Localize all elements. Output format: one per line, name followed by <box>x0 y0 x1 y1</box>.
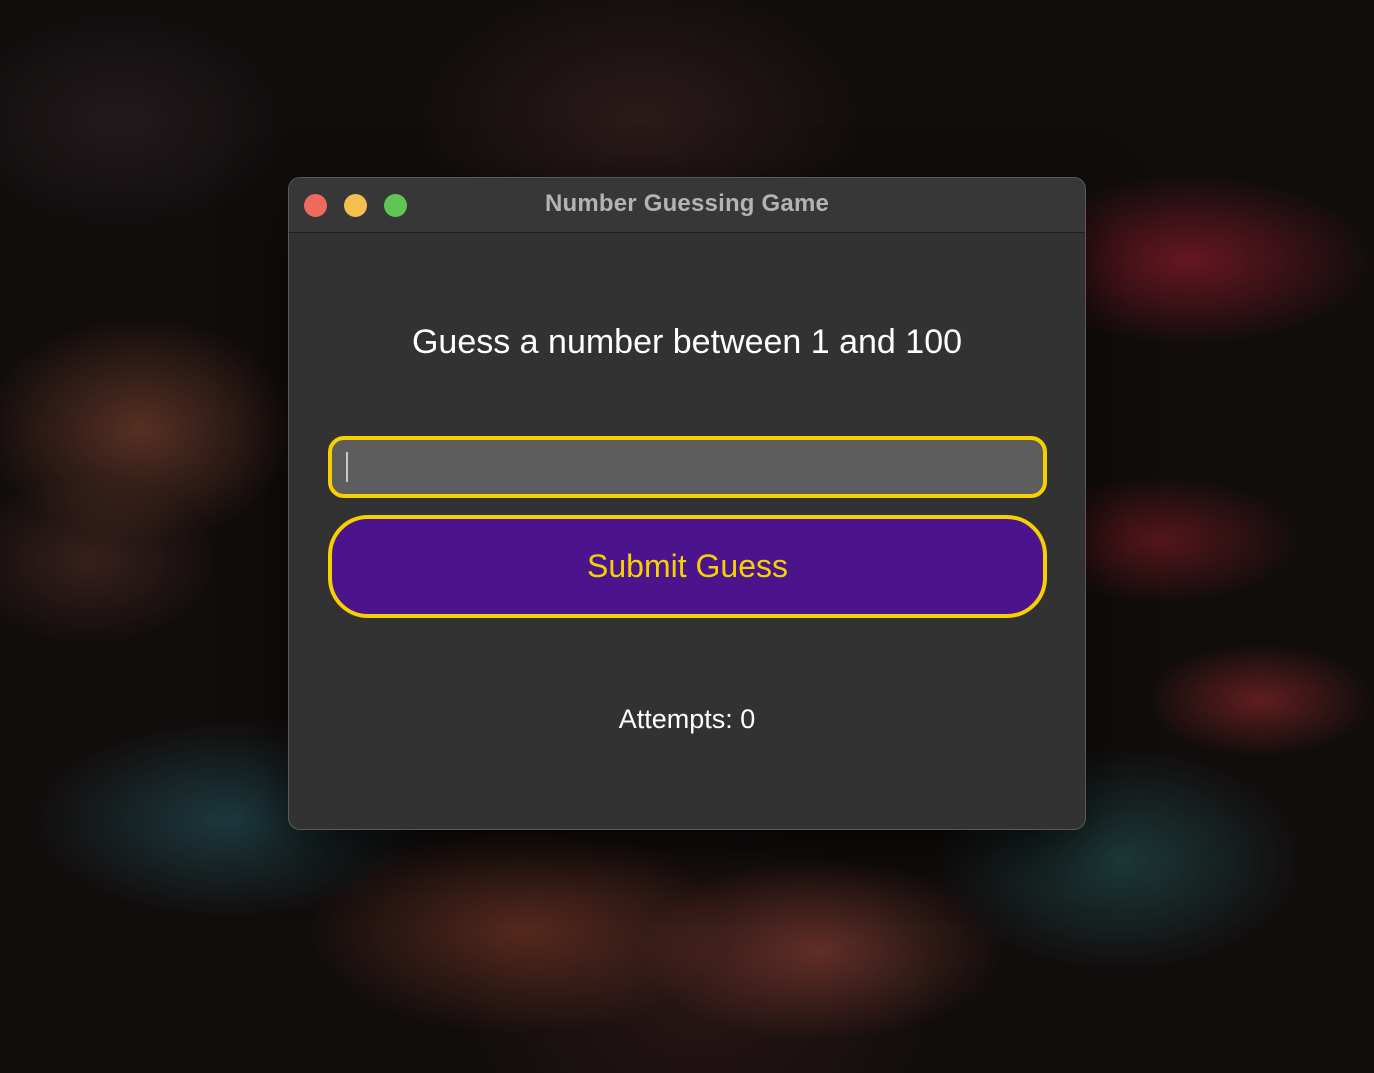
game-window: Number Guessing Game Guess a number betw… <box>288 177 1086 830</box>
window-title: Number Guessing Game <box>544 190 830 217</box>
submit-guess-button[interactable]: Submit Guess <box>328 515 1047 618</box>
text-caret <box>346 452 348 482</box>
guess-input[interactable] <box>328 436 1047 498</box>
guess-prompt: Guess a number between 1 and 100 <box>411 323 963 361</box>
title-bar[interactable]: Number Guessing Game <box>289 178 1085 233</box>
attempts-counter: Attempts: 0 <box>618 704 756 734</box>
